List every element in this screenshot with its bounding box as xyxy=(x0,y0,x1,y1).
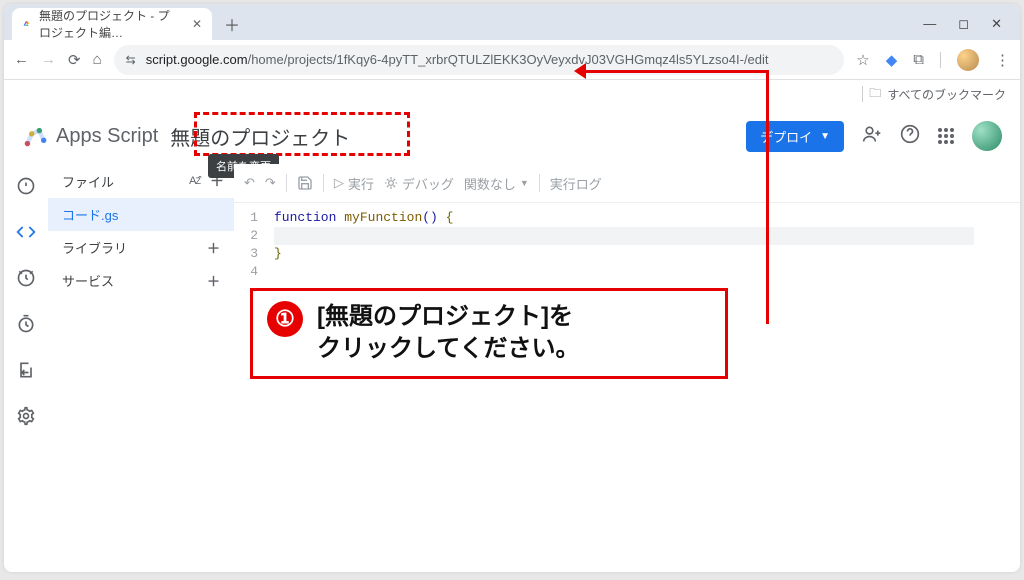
code-content[interactable]: function myFunction() { } xyxy=(266,203,974,281)
profile-avatar[interactable] xyxy=(957,49,979,71)
file-item[interactable]: コード.gs xyxy=(48,198,234,231)
folder-icon: 🗀 xyxy=(869,84,881,105)
annotation-number: ① xyxy=(267,301,303,337)
star-icon[interactable]: ☆ xyxy=(856,51,869,69)
google-apps-icon[interactable] xyxy=(938,128,954,144)
overview-rail-icon[interactable] xyxy=(10,170,42,202)
window-controls: — ◻ ✕ xyxy=(923,16,1012,32)
line-gutter: 1 2 3 4 xyxy=(234,203,266,281)
url-text: script.google.com/home/projects/1fKqy6-4… xyxy=(146,52,769,67)
browser-tab[interactable]: 無題のプロジェクト - プロジェクト編… ✕ xyxy=(12,8,212,40)
browser-window: 無題のプロジェクト - プロジェクト編… ✕ ＋ — ◻ ✕ ← → ⟳ ⌂ ⇆… xyxy=(4,4,1020,572)
close-window-icon[interactable]: ✕ xyxy=(991,16,1002,32)
divider xyxy=(940,52,941,68)
annotation-arrow-head xyxy=(574,63,586,79)
libraries-row[interactable]: ライブラリ ＋ xyxy=(48,231,234,264)
apps-script-logo[interactable]: Apps Script xyxy=(22,123,158,149)
add-service-icon[interactable]: ＋ xyxy=(207,271,220,290)
left-rail xyxy=(4,164,48,572)
all-bookmarks-link[interactable]: すべてのブックマーク xyxy=(887,86,1006,103)
deploy-button[interactable]: デプロイ▼ xyxy=(746,121,844,152)
debug-button[interactable]: デバッグ xyxy=(384,174,454,193)
annotation-text: [無題のプロジェクト]を クリックしてください。 xyxy=(317,301,580,366)
account-avatar[interactable] xyxy=(972,121,1002,151)
address-bar-row: ← → ⟳ ⌂ ⇆ script.google.com/home/project… xyxy=(4,40,1020,80)
tab-title: 無題のプロジェクト - プロジェクト編… xyxy=(39,7,176,41)
apps-script-favicon xyxy=(22,17,31,31)
app-header: Apps Script 無題のプロジェクト 名前を変更 デプロイ▼ xyxy=(4,108,1020,164)
maximize-icon[interactable]: ◻ xyxy=(958,16,969,32)
address-bar[interactable]: ⇆ script.google.com/home/projects/1fKqy6… xyxy=(114,45,845,75)
apps-script-logo-icon xyxy=(22,123,48,149)
site-info-icon[interactable]: ⇆ xyxy=(126,53,136,67)
files-header: ファイル AẐ ＋ xyxy=(48,164,234,198)
services-row[interactable]: サービス ＋ xyxy=(48,264,234,297)
editor-toolbar: ↶ ↷ ▷ 実行 デバッグ 関数なし ▼ 実行ログ xyxy=(234,164,1020,202)
undo-button[interactable]: ↶ xyxy=(244,175,255,191)
help-icon[interactable] xyxy=(900,124,920,149)
reload-icon[interactable]: ⟳ xyxy=(68,51,81,69)
save-button[interactable] xyxy=(297,175,313,191)
forward-icon[interactable]: → xyxy=(41,51,56,68)
separator xyxy=(286,174,287,192)
files-label: ファイル xyxy=(62,172,114,191)
annotation-callout: ① [無題のプロジェクト]を クリックしてください。 xyxy=(250,288,728,379)
close-tab-icon[interactable]: ✕ xyxy=(192,17,202,31)
services-label: サービス xyxy=(62,271,114,290)
back-rail-icon[interactable] xyxy=(10,354,42,386)
divider xyxy=(862,86,863,102)
extensions-icon[interactable]: ⧉ xyxy=(913,51,924,68)
separator xyxy=(539,174,540,192)
run-button[interactable]: ▷ 実行 xyxy=(334,174,374,193)
main-area: ファイル AẐ ＋ コード.gs ライブラリ ＋ サービス ＋ ↶ ↷ xyxy=(4,164,1020,572)
gemini-icon[interactable]: ◆ xyxy=(886,51,898,69)
editor-area: ↶ ↷ ▷ 実行 デバッグ 関数なし ▼ 実行ログ 1 xyxy=(234,164,1020,572)
bookmarks-row: 🗀 すべてのブックマーク xyxy=(4,80,1020,108)
product-name: Apps Script xyxy=(56,125,158,148)
executions-rail-icon[interactable] xyxy=(10,308,42,340)
function-select[interactable]: 関数なし ▼ xyxy=(464,174,529,193)
code-editor[interactable]: 1 2 3 4 function myFunction() { } xyxy=(234,202,1020,281)
minimize-icon[interactable]: — xyxy=(923,16,936,32)
share-add-person-icon[interactable] xyxy=(862,124,882,149)
execution-log-button[interactable]: 実行ログ xyxy=(550,174,602,193)
sort-icon[interactable]: AẐ xyxy=(189,175,200,187)
triggers-rail-icon[interactable] xyxy=(10,262,42,294)
tab-strip: 無題のプロジェクト - プロジェクト編… ✕ ＋ — ◻ ✕ xyxy=(4,4,1020,40)
settings-rail-icon[interactable] xyxy=(10,400,42,432)
home-icon[interactable]: ⌂ xyxy=(93,51,102,68)
add-library-icon[interactable]: ＋ xyxy=(207,238,220,257)
project-title[interactable]: 無題のプロジェクト xyxy=(158,118,362,155)
libraries-label: ライブラリ xyxy=(62,238,127,257)
redo-button[interactable]: ↷ xyxy=(265,175,276,191)
back-icon[interactable]: ← xyxy=(14,51,29,68)
new-tab-button[interactable]: ＋ xyxy=(218,8,246,40)
chevron-down-icon: ▼ xyxy=(820,131,830,142)
chrome-menu-icon[interactable]: ⋮ xyxy=(995,51,1010,69)
files-panel: ファイル AẐ ＋ コード.gs ライブラリ ＋ サービス ＋ xyxy=(48,164,234,572)
editor-rail-icon[interactable] xyxy=(10,216,42,248)
separator xyxy=(323,174,324,192)
